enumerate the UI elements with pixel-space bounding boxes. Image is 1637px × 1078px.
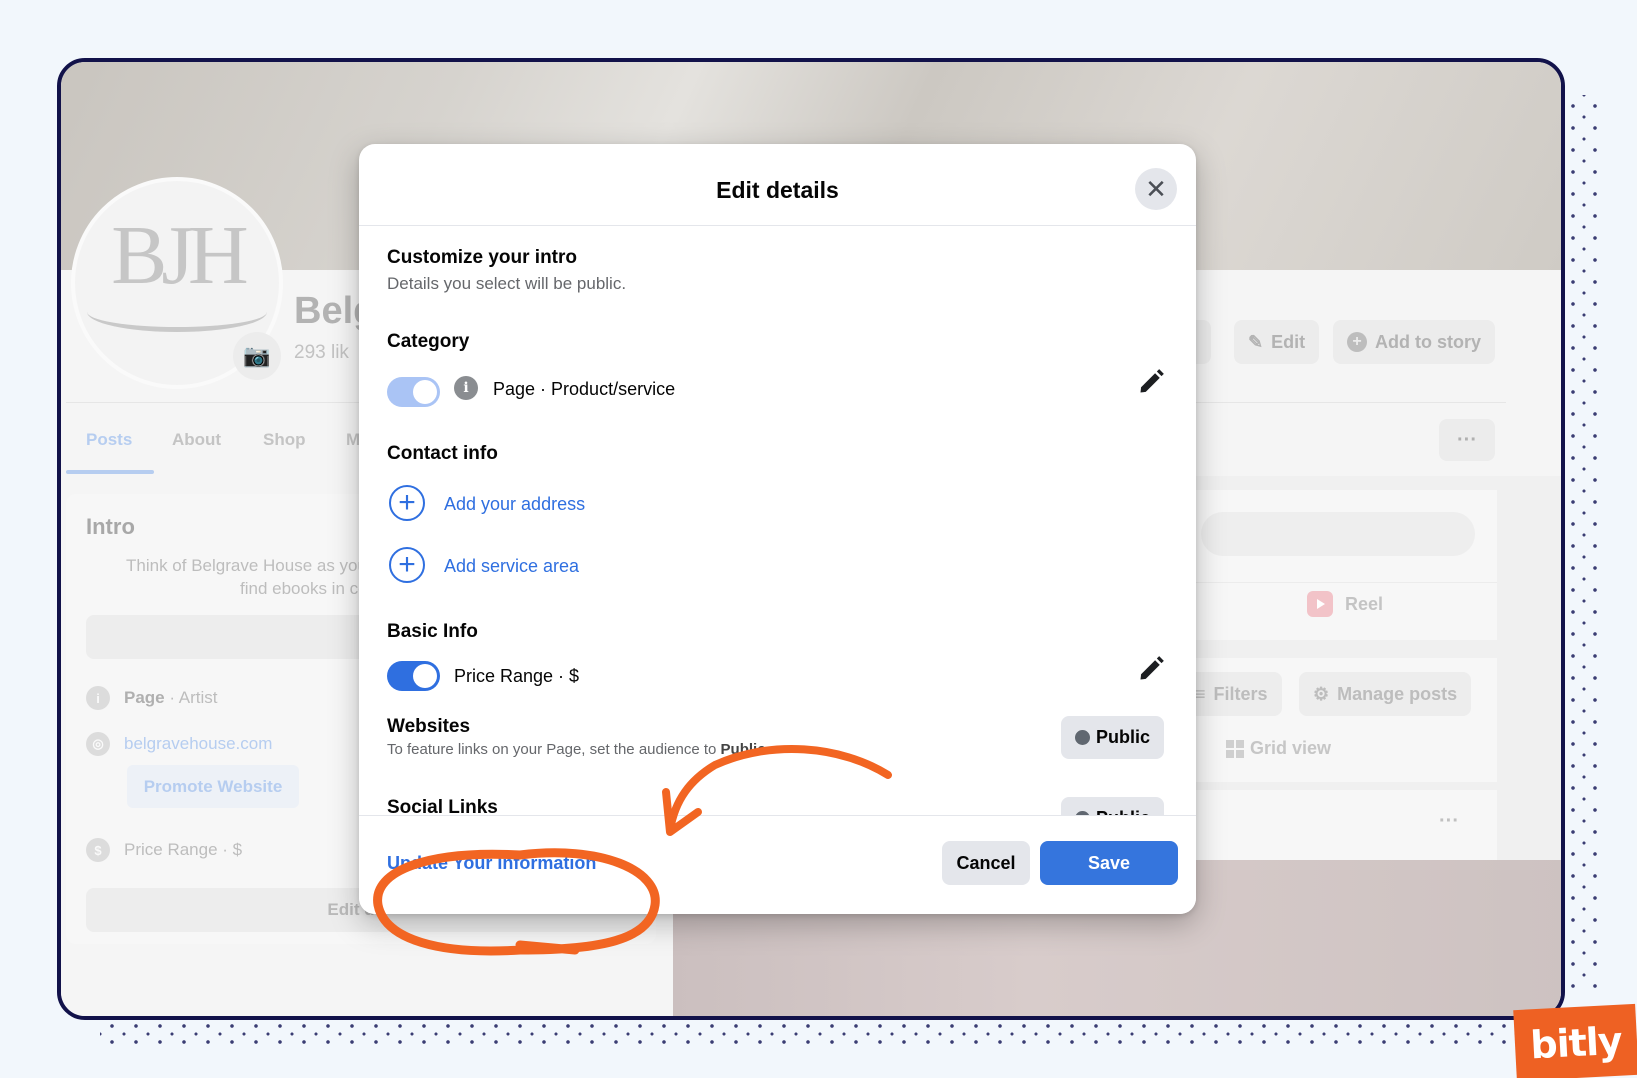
edit-category-pencil-icon[interactable] xyxy=(1137,368,1165,396)
globe-icon xyxy=(1074,730,1090,745)
category-toggle[interactable] xyxy=(387,377,440,407)
price-range-row: $ Price Range · $ xyxy=(86,838,242,862)
tab-posts[interactable]: Posts xyxy=(86,430,132,450)
price-range-text: Price Range · $ xyxy=(124,840,243,859)
bitly-logo: bitly xyxy=(1513,1003,1637,1078)
post-menu-button[interactable]: ··· xyxy=(1439,810,1459,833)
reel-button[interactable]: Reel xyxy=(1307,591,1383,617)
page-category-rest: · Artist xyxy=(164,688,218,707)
camera-icon[interactable]: 📷 xyxy=(233,332,281,380)
dialog-title: Edit details xyxy=(716,177,839,203)
edit-details-dialog: Edit details ✕ Customize your intro Deta… xyxy=(359,144,1196,914)
grid-icon xyxy=(1226,739,1244,758)
cancel-button[interactable]: Cancel xyxy=(942,841,1030,885)
reel-label: Reel xyxy=(1345,593,1384,614)
filters-label: Filters xyxy=(1213,683,1268,704)
whats-on-your-mind-input[interactable] xyxy=(1201,512,1475,556)
website-link[interactable]: belgravehouse.com xyxy=(124,734,272,754)
decorative-dots-bottom xyxy=(100,1018,1520,1048)
tab-about[interactable]: About xyxy=(172,430,221,450)
websites-audience-label: Public xyxy=(1095,727,1150,747)
category-heading: Category xyxy=(387,331,470,352)
websites-subtitle-text: To feature links on your Page, set the a… xyxy=(387,741,721,758)
customize-subtitle: Details you select will be public. xyxy=(387,274,627,293)
edit-page-label: Edit xyxy=(1271,331,1306,352)
grid-view-label: Grid view xyxy=(1250,738,1332,758)
decorative-dots-right xyxy=(1562,95,1602,995)
basic-info-heading: Basic Info xyxy=(387,621,478,642)
price-range-toggle[interactable] xyxy=(387,661,440,691)
dollar-icon: $ xyxy=(86,838,110,862)
dialog-header: Edit details ✕ xyxy=(359,144,1196,226)
page-category-bold: Page xyxy=(124,688,165,707)
globe-icon: ◎ xyxy=(86,732,110,756)
add-service-area-plus-icon[interactable]: + xyxy=(389,547,425,583)
filters-icon: ≡ xyxy=(1195,683,1206,704)
tab-shop[interactable]: Shop xyxy=(263,430,306,450)
websites-heading: Websites xyxy=(387,716,471,737)
website-row: ◎ belgravehouse.com xyxy=(86,732,272,756)
intro-title: Intro xyxy=(86,514,135,539)
page-category-row: i Page · Artist xyxy=(86,686,218,710)
category-value: Page · Product/service xyxy=(493,379,676,399)
close-icon: ✕ xyxy=(1145,173,1167,204)
price-range-value: Price Range · $ xyxy=(454,666,580,686)
add-to-story-label: Add to story xyxy=(1375,331,1481,352)
open-book-icon xyxy=(87,292,267,332)
gear-icon: ⚙ xyxy=(1313,683,1330,704)
websites-subtitle-bold: Public xyxy=(720,741,766,758)
edit-basic-info-pencil-icon[interactable] xyxy=(1137,655,1165,683)
filters-button[interactable]: ≡ Filters xyxy=(1181,672,1282,716)
plus-circle-icon: + xyxy=(1347,332,1367,352)
websites-subtitle-end: . xyxy=(765,741,770,758)
page-likes: 293 lik xyxy=(294,342,349,363)
contact-info-heading: Contact info xyxy=(387,443,498,464)
dialog-footer: Update Your Information Cancel Save xyxy=(359,815,1196,914)
add-service-area-link[interactable]: Add service area xyxy=(444,556,579,577)
add-address-plus-icon[interactable]: + xyxy=(389,485,425,521)
add-to-story-button[interactable]: + Add to story xyxy=(1333,320,1495,364)
update-your-information-link[interactable]: Update Your Information xyxy=(387,853,596,874)
edit-page-button[interactable]: ✎ Edit xyxy=(1234,320,1320,364)
websites-subtitle: To feature links on your Page, set the a… xyxy=(387,741,770,758)
add-address-link[interactable]: Add your address xyxy=(444,494,585,515)
manage-posts-label: Manage posts xyxy=(1337,683,1458,704)
active-tab-indicator xyxy=(66,470,154,474)
manage-posts-button[interactable]: ⚙ Manage posts xyxy=(1299,672,1472,716)
websites-audience-button[interactable]: Public xyxy=(1061,716,1164,759)
close-button[interactable]: ✕ xyxy=(1135,168,1177,210)
avatar-monogram: BJH xyxy=(111,209,248,302)
reel-icon xyxy=(1307,591,1333,617)
info-icon[interactable]: i xyxy=(454,376,478,400)
pencil-icon: ✎ xyxy=(1248,331,1264,352)
promote-website-button[interactable]: Promote Website xyxy=(127,765,299,808)
more-options-button[interactable]: ··· xyxy=(1439,419,1495,461)
save-button[interactable]: Save xyxy=(1040,841,1178,885)
info-icon: i xyxy=(86,686,110,710)
grid-view-tab[interactable]: Grid view xyxy=(1226,738,1331,759)
customize-heading: Customize your intro xyxy=(387,247,578,268)
